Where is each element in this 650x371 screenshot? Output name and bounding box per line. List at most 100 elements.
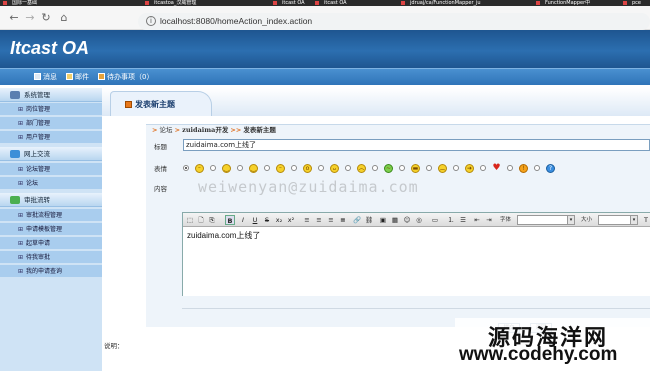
emoticon-radio[interactable] (534, 165, 540, 171)
todo-link[interactable]: 待办事项（0） (98, 73, 153, 82)
font-select[interactable]: ▾ (517, 215, 575, 225)
sidebar-item-template-manage[interactable]: 申请模板管理 (0, 223, 102, 236)
sidebar-item-positions[interactable]: 岗位管理 (0, 103, 102, 116)
rich-text-editor: ⬚ 🗋 ⎘ B I U S x₂ x² ≡ ≡ ≡ ≣ 🔗 ⛓ ▣ ▦ ☺ ◎ … (182, 212, 650, 296)
sidebar-item-pending[interactable]: 待我审批 (0, 251, 102, 264)
mail-icon (66, 73, 73, 80)
chevron-down-icon: ▾ (567, 216, 574, 224)
emoticon-radio[interactable] (480, 165, 486, 171)
align-left-icon[interactable]: ≡ (302, 215, 312, 225)
text-color-icon[interactable]: T (641, 215, 650, 225)
emoticon-radio[interactable] (318, 165, 324, 171)
strike-icon[interactable]: S (262, 215, 272, 225)
emoticon-radio[interactable] (291, 165, 297, 171)
sidebar-item-draft[interactable]: 起草申请 (0, 237, 102, 250)
editor-status-bar (182, 299, 650, 309)
flash-icon[interactable]: ◎ (414, 215, 424, 225)
hr-icon[interactable]: ▭ (430, 215, 440, 225)
description-label: 说明： (104, 342, 124, 350)
system-icon (10, 91, 20, 99)
sidebar-item-forum-manage[interactable]: 论坛管理 (0, 163, 102, 176)
italic-icon[interactable]: I (238, 215, 248, 225)
title-label: 标题 (154, 143, 167, 151)
editor-body[interactable]: zuidaima.com上线了 (183, 227, 650, 296)
laugh-icon: ᴗ (330, 164, 339, 173)
emoticon-radio[interactable] (372, 165, 378, 171)
emoticon-radio[interactable] (453, 165, 459, 171)
image-icon[interactable]: ▣ (378, 215, 388, 225)
template-icon[interactable]: ⎘ (207, 215, 217, 225)
angry-icon: ︿ (357, 164, 366, 173)
smile-icon: ᵕ (195, 164, 204, 173)
outdent-icon[interactable]: ⇤ (472, 215, 482, 225)
sick-icon: ~ (384, 164, 393, 173)
info-icon[interactable]: i (146, 16, 156, 26)
editor-toolbar: ⬚ 🗋 ⎘ B I U S x₂ x² ≡ ≡ ≡ ≣ 🔗 ⛓ ▣ ▦ ☺ ◎ … (183, 213, 650, 227)
emoticon-radio[interactable] (183, 165, 189, 171)
page-title: 发表新主题 (135, 100, 175, 109)
sad-icon: ︵ (438, 164, 447, 173)
app-toolbar: 消息 邮件 待办事项（0） (0, 68, 650, 85)
question-icon: ? (546, 164, 555, 173)
warning-icon: ! (519, 164, 528, 173)
superscript-icon[interactable]: x² (286, 215, 296, 225)
emoticon-radio[interactable] (264, 165, 270, 171)
table-icon[interactable]: ▦ (390, 215, 400, 225)
ordered-list-icon[interactable]: ⒈ (446, 215, 456, 225)
emoticon-radio[interactable] (210, 165, 216, 171)
mail-link[interactable]: 邮件 (66, 73, 89, 82)
sidebar-item-departments[interactable]: 部门管理 (0, 117, 102, 130)
sidebar-group-system[interactable]: 系统管理 (0, 88, 102, 102)
surprised-icon: o (303, 164, 312, 173)
back-icon[interactable]: ← (8, 12, 20, 24)
reload-icon[interactable]: ↻ (40, 12, 52, 24)
unordered-list-icon[interactable]: ☰ (458, 215, 468, 225)
forward-icon[interactable]: → (24, 12, 36, 24)
browser-address-bar: ← → ↻ ⌂ i localhost:8080/homeAction_inde… (0, 6, 650, 30)
heart-icon: ♥ (492, 163, 501, 173)
home-icon[interactable]: ⌂ (58, 12, 70, 24)
message-icon (34, 73, 41, 80)
title-input[interactable]: zuidaima.com上线了 (183, 139, 650, 151)
post-form: > 论坛 > zuidaima开发 >> 发表新主题 标题 zuidaima.c… (146, 124, 650, 333)
subscript-icon[interactable]: x₂ (274, 215, 284, 225)
chevron-down-icon: ▾ (630, 216, 637, 224)
breadcrumb-item[interactable]: zuidaima开发 (182, 126, 228, 134)
watermark: weiwenyan@zuidaima.com (198, 178, 419, 196)
new-doc-icon[interactable]: 🗋 (196, 215, 206, 225)
sidebar-group-approval[interactable]: 审批流转 (0, 193, 102, 207)
breadcrumb-item[interactable]: 论坛 (160, 126, 173, 134)
unlink-icon[interactable]: ⛓ (364, 215, 374, 225)
emoticon-radio[interactable] (399, 165, 405, 171)
justify-icon[interactable]: ≣ (338, 215, 348, 225)
indent-icon[interactable]: ⇥ (484, 215, 494, 225)
sidebar-group-forum[interactable]: 网上交流 (0, 147, 102, 161)
emoticon-radio[interactable] (237, 165, 243, 171)
emoticon-radio[interactable] (426, 165, 432, 171)
message-link[interactable]: 消息 (34, 73, 57, 82)
sidebar-item-process-manage[interactable]: 审批流程管理 (0, 209, 102, 222)
arrow-icon: ➜ (465, 164, 474, 173)
site-watermark: 源码海洋网 www.codehy.com (455, 318, 650, 371)
link-icon[interactable]: 🔗 (352, 215, 362, 225)
url-input[interactable]: i localhost:8080/homeAction_index.action (138, 13, 650, 30)
bold-icon[interactable]: B (225, 215, 235, 225)
sidebar-item-my-requests[interactable]: 我的申请查询 (0, 265, 102, 278)
sidebar-item-users[interactable]: 用户管理 (0, 131, 102, 144)
approval-icon (10, 196, 20, 204)
sidebar: 系统管理 岗位管理 部门管理 用户管理 网上交流 论坛管理 论坛 审批流转 审批… (0, 88, 102, 371)
emoticon-label: 表情 (154, 165, 167, 173)
source-icon[interactable]: ⬚ (185, 215, 195, 225)
underline-icon[interactable]: U (250, 215, 260, 225)
align-center-icon[interactable]: ≡ (314, 215, 324, 225)
sidebar-item-forum[interactable]: 论坛 (0, 177, 102, 190)
emoticon-radio[interactable] (507, 165, 513, 171)
panel-header: 发表新主题 (102, 88, 650, 116)
align-right-icon[interactable]: ≡ (326, 215, 336, 225)
size-select[interactable]: ▾ (598, 215, 638, 225)
emoticon-radio[interactable] (345, 165, 351, 171)
panel-tab: 发表新主题 (110, 91, 212, 116)
emoticon-icon[interactable]: ☺ (402, 215, 412, 225)
breadcrumb: > 论坛 > zuidaima开发 >> 发表新主题 (152, 126, 276, 134)
grin-icon: ‿ (222, 164, 231, 173)
